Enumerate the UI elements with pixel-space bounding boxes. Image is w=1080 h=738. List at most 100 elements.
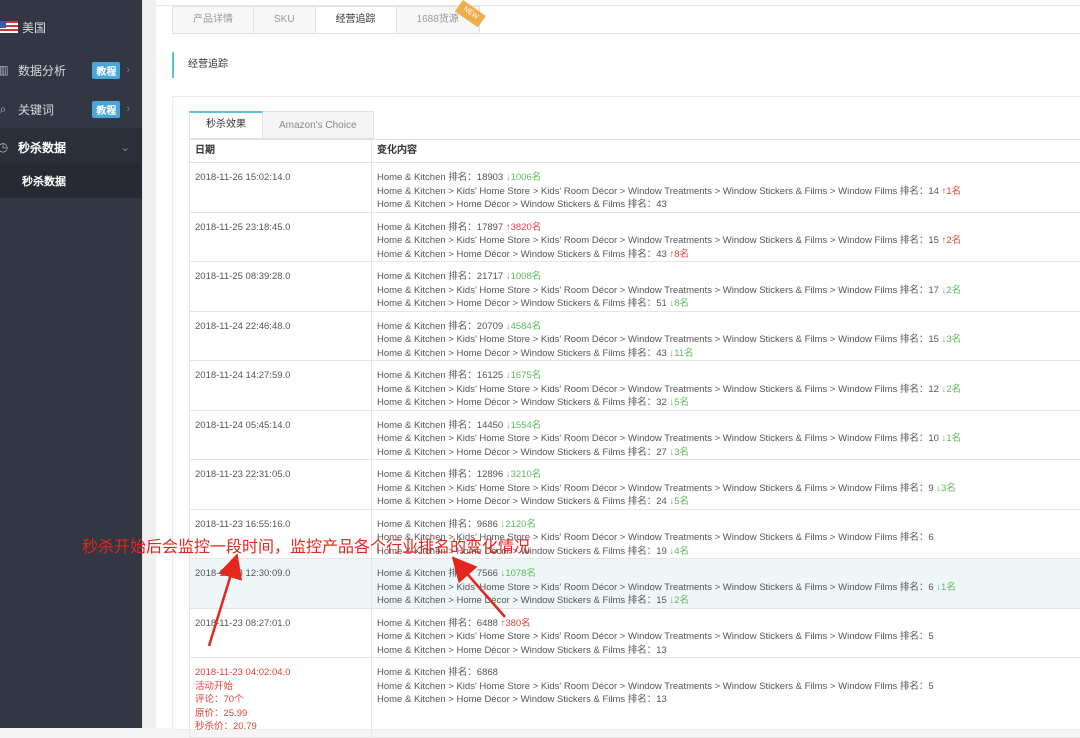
tab-product-details[interactable]: 产品详情 <box>172 6 254 34</box>
rank-line: Home & Kitchen > Home Décor > Window Sti… <box>377 396 1080 410</box>
rank-change-value: 8名 <box>674 248 690 260</box>
date-value: 2018-11-24 05:45:14.0 <box>195 419 291 431</box>
sidebar-item-data-analysis[interactable]: ▥ 数据分析 教程 › <box>0 51 142 89</box>
table-row: 2018-11-25 08:39:28.0 Home & Kitchen 排名：2… <box>189 262 1080 312</box>
rank-change-value: 3名 <box>941 482 956 494</box>
tab-business-tracking[interactable]: 经营追踪 <box>315 6 397 34</box>
chevron-right-icon: › <box>126 103 130 115</box>
search-icon: ⌕ <box>0 101 7 116</box>
rank-text: Home & Kitchen > Home Décor > Window Sti… <box>377 397 667 408</box>
date-value: 2018-11-23 08:27:01.0 <box>195 617 291 629</box>
arrow-down-icon: ↓ <box>503 419 511 431</box>
rank-line: Home & Kitchen > Home Décor > Window Sti… <box>377 198 1080 212</box>
rank-change-value: 1名 <box>941 581 956 593</box>
sidebar-item-label: 秒杀数据 <box>18 140 67 155</box>
date-value: 2018-11-23 04:02:04.0 <box>195 667 291 678</box>
sidebar-item-label: 数据分析 <box>18 63 67 78</box>
rank-text: Home & Kitchen > Kids' Home Store > Kids… <box>377 433 939 444</box>
rank-change: ↓1078名 <box>498 568 536 579</box>
tutorial-badge[interactable]: 教程 <box>92 61 121 79</box>
rank-line: Home & Kitchen > Home Décor > Window Sti… <box>377 347 1080 361</box>
rank-line: Home & Kitchen > Home Décor > Window Sti… <box>377 446 1080 460</box>
tab-amazons-choice[interactable]: Amazon's Choice <box>263 111 374 139</box>
rank-change: ↓3名 <box>939 334 962 345</box>
rank-change-value: 11名 <box>674 347 694 359</box>
rank-change: ↑8名 <box>667 249 689 260</box>
product-tabs: 产品详情 SKU 经营追踪 1688货源 NEW <box>172 0 486 34</box>
date-cell: 2018-11-23 12:30:09.0 <box>189 559 372 608</box>
tab-label: 1688货源 <box>416 14 459 25</box>
rank-change-value: 1006名 <box>510 172 542 183</box>
rank-text: Home & Kitchen > Home Décor > Window Sti… <box>377 298 667 309</box>
rank-change: ↓2名 <box>667 595 689 606</box>
rank-change-value: 3名 <box>946 334 962 345</box>
rank-change-value: 4584名 <box>510 320 542 332</box>
rank-line: Home & Kitchen 排名：21717 ↓1008名 <box>377 270 1080 284</box>
rank-change: ↓2名 <box>939 284 962 296</box>
arrow-down-icon: ↓ <box>503 469 511 480</box>
rank-line: Home & Kitchen > Kids' Home Store > Kids… <box>377 333 1080 347</box>
arrow-down-icon: ↓ <box>503 370 511 381</box>
tab-1688-sourcing[interactable]: 1688货源 NEW <box>396 0 486 34</box>
rank-change-value: 4名 <box>674 545 690 557</box>
changes-cell: Home & Kitchen 排名：14450 ↓1554名 Home & Kit… <box>372 411 1080 460</box>
rank-line: Home & Kitchen > Home Décor > Window Sti… <box>377 297 1080 311</box>
rank-line: Home & Kitchen 排名：17897 ↑3820名 <box>377 221 1080 235</box>
sidebar-item-flash-deals[interactable]: ◷ 秒杀数据 ⌄ <box>0 128 142 166</box>
rank-change-value: 2名 <box>946 284 962 296</box>
rank-line: Home & Kitchen > Kids' Home Store > Kids… <box>377 432 1080 446</box>
rank-text: Home & Kitchen > Kids' Home Store > Kids… <box>377 235 939 246</box>
tab-sku[interactable]: SKU <box>254 6 316 34</box>
sidebar-subitem-label: 秒杀数据 <box>22 176 66 188</box>
us-flag-icon <box>0 21 18 33</box>
sidebar-item-label: 关键词 <box>18 102 55 117</box>
rank-line: Home & Kitchen 排名：18903 ↓1006名 <box>377 171 1080 185</box>
rank-change: ↑3820名 <box>503 222 541 233</box>
rank-change-value: 380名 <box>505 617 531 629</box>
date-cell: 2018-11-26 15:02:14.0 <box>189 163 372 212</box>
rank-text: Home & Kitchen > Home Décor > Window Sti… <box>377 446 667 458</box>
rank-change: ↓1675名 <box>503 370 541 381</box>
rank-change: ↓11名 <box>667 347 694 359</box>
rank-change: ↓1006名 <box>503 172 541 183</box>
changes-cell: Home & Kitchen 排名：18903 ↓1006名 Home & Kit… <box>372 163 1080 212</box>
date-value: 2018-11-25 23:18:45.0 <box>195 221 291 233</box>
rank-change: ↓5名 <box>667 496 689 507</box>
rank-line: Home & Kitchen 排名：20709 ↓4584名 <box>377 320 1080 334</box>
rank-text: Home & Kitchen > Kids' Home Store > Kids… <box>377 185 939 197</box>
bar-chart-icon: ▥ <box>0 63 9 77</box>
sidebar-country[interactable]: 美国 <box>0 8 142 46</box>
rank-change: ↓3210名 <box>503 469 541 480</box>
rank-text: Home & Kitchen 排名：20709 <box>377 320 504 332</box>
tab-flash-deal-effect[interactable]: 秒杀效果 <box>189 111 263 139</box>
rank-change: ↓1008名 <box>503 271 541 282</box>
table-row: 2018-11-25 23:18:45.0 Home & Kitchen 排名：1… <box>189 212 1080 262</box>
rank-line: Home & Kitchen > Home Décor > Window Sti… <box>377 594 1080 608</box>
rank-text: Home & Kitchen > Kids' Home Store > Kids… <box>377 383 939 395</box>
rank-change-value: 5名 <box>674 397 690 408</box>
sidebar-subitem-flash-deals[interactable]: 秒杀数据 <box>0 164 142 198</box>
annotation-text: 秒杀开始后会监控一段时间，监控产品各个行业排名的变化情况 <box>82 539 531 556</box>
date-value: 2018-11-25 08:39:28.0 <box>195 271 291 282</box>
rank-change-value: 3820名 <box>510 221 542 233</box>
rank-change-value: 3名 <box>674 446 690 458</box>
sidebar-item-keywords[interactable]: ⌕ 关键词 教程 › <box>0 90 142 128</box>
rank-change: ↓4名 <box>667 546 689 557</box>
rank-text: Home & Kitchen > Home Décor > Window Sti… <box>377 496 667 507</box>
date-value: 2018-11-24 22:46:48.0 <box>195 320 291 332</box>
tutorial-badge[interactable]: 教程 <box>92 100 121 118</box>
rank-change-value: 2120名 <box>505 518 536 530</box>
rank-line: Home & Kitchen > Kids' Home Store > Kids… <box>377 284 1080 298</box>
rank-line: Home & Kitchen > Home Décor > Window Sti… <box>377 693 1080 707</box>
date-cell: 2018-11-23 08:27:01.0 <box>189 608 372 657</box>
date-note: 原价：25.99 <box>195 707 248 719</box>
date-value: 2018-11-24 14:27:59.0 <box>195 370 291 381</box>
rank-text: Home & Kitchen > Kids' Home Store > Kids… <box>377 482 934 494</box>
arrow-down-icon: ↓ <box>503 271 511 282</box>
section-title: 经营追踪 <box>172 52 228 78</box>
rank-text: Home & Kitchen > Kids' Home Store > Kids… <box>377 284 939 296</box>
date-cell: 2018-11-23 22:31:05.0 <box>189 460 372 509</box>
rank-text: Home & Kitchen > Kids' Home Store > Kids… <box>377 680 934 692</box>
table-row: 2018-11-23 12:30:09.0 Home & Kitchen 排名：7… <box>189 559 1080 609</box>
changes-cell: Home & Kitchen 排名：17897 ↑3820名 Home & Kit… <box>372 213 1080 262</box>
